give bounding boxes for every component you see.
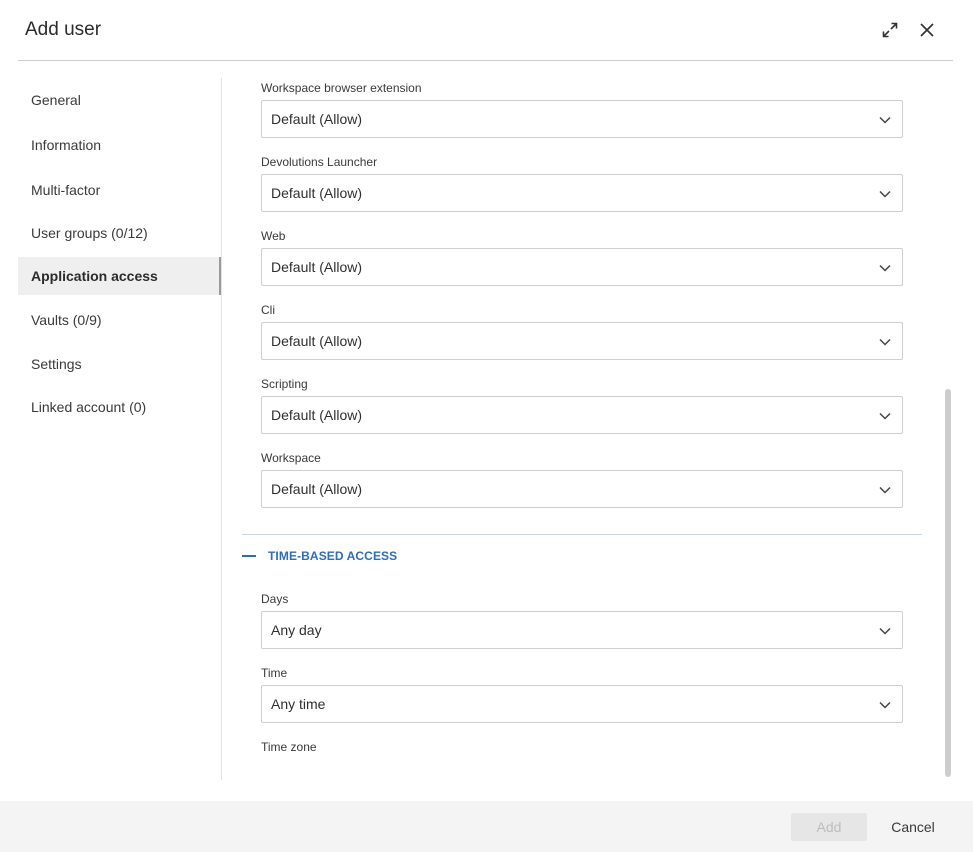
- scripting-label: Scripting: [261, 377, 308, 391]
- cli-select[interactable]: Default (Allow): [261, 322, 903, 360]
- sidebar-item-multi-factor[interactable]: Multi-factor: [18, 171, 221, 209]
- web-label: Web: [261, 229, 286, 243]
- select-value: Default (Allow): [271, 481, 363, 497]
- devolutions-launcher-label: Devolutions Launcher: [261, 155, 378, 169]
- chevron-down-icon: [879, 412, 891, 420]
- cli-label: Cli: [261, 303, 275, 317]
- close-icon: [920, 23, 934, 37]
- dialog-title: Add user: [25, 19, 102, 40]
- scripting-select[interactable]: Default (Allow): [261, 396, 903, 434]
- sidebar-nav: General Information Multi-factor User gr…: [18, 78, 222, 780]
- workspace-browser-extension-label: Workspace browser extension: [261, 81, 422, 95]
- select-value: Default (Allow): [271, 111, 363, 127]
- cancel-button[interactable]: Cancel: [880, 813, 946, 841]
- chevron-down-icon: [879, 701, 891, 709]
- workspace-select[interactable]: Default (Allow): [261, 470, 903, 508]
- sidebar-item-label: User groups (0/12): [31, 225, 148, 241]
- close-button[interactable]: [915, 18, 939, 42]
- select-value: Default (Allow): [271, 333, 363, 349]
- sidebar-item-general[interactable]: General: [18, 81, 221, 119]
- sidebar-item-label: Multi-factor: [31, 182, 101, 198]
- workspace-browser-extension-select[interactable]: Default (Allow): [261, 100, 903, 138]
- chevron-down-icon: [879, 116, 891, 124]
- add-button[interactable]: Add: [791, 813, 867, 841]
- sidebar-item-label: Information: [31, 137, 102, 153]
- sidebar-item-label: Application access: [31, 268, 158, 284]
- workspace-label: Workspace: [261, 451, 321, 465]
- header-divider: [18, 60, 953, 61]
- select-value: Default (Allow): [271, 259, 363, 275]
- collapse-icon: [242, 555, 256, 557]
- chevron-down-icon: [879, 190, 891, 198]
- select-value: Default (Allow): [271, 185, 363, 201]
- sidebar-item-vaults[interactable]: Vaults (0/9): [18, 301, 221, 339]
- chevron-down-icon: [879, 486, 891, 494]
- web-select[interactable]: Default (Allow): [261, 248, 903, 286]
- sidebar-item-application-access[interactable]: Application access: [18, 257, 221, 295]
- scrollbar-thumb[interactable]: [945, 389, 951, 777]
- days-select[interactable]: Any day: [261, 611, 903, 649]
- sidebar-item-information[interactable]: Information: [18, 126, 221, 164]
- select-value: Any day: [271, 622, 322, 638]
- content-scrollbar[interactable]: [944, 78, 952, 780]
- devolutions-launcher-select[interactable]: Default (Allow): [261, 174, 903, 212]
- time-zone-label: Time zone: [261, 740, 317, 754]
- chevron-down-icon: [879, 338, 891, 346]
- sidebar-item-user-groups[interactable]: User groups (0/12): [18, 214, 221, 252]
- select-value: Default (Allow): [271, 407, 363, 423]
- select-value: Any time: [271, 696, 326, 712]
- time-based-access-toggle[interactable]: TIME-BASED ACCESS: [242, 549, 397, 563]
- chevron-down-icon: [879, 627, 891, 635]
- section-divider: [242, 534, 922, 535]
- chevron-down-icon: [879, 264, 891, 272]
- sidebar-item-label: Settings: [31, 356, 82, 372]
- time-based-access-heading: TIME-BASED ACCESS: [268, 549, 398, 563]
- dialog-footer: Add Cancel: [0, 801, 973, 852]
- application-access-panel: Workspace browser extension Default (All…: [222, 78, 944, 780]
- expand-button[interactable]: [878, 18, 902, 42]
- sidebar-item-label: General: [31, 92, 81, 108]
- sidebar-item-linked-account[interactable]: Linked account (0): [18, 388, 221, 426]
- time-label: Time: [261, 666, 288, 680]
- sidebar-item-label: Linked account (0): [31, 399, 147, 415]
- dialog-header: Add user: [0, 0, 973, 61]
- days-label: Days: [261, 592, 289, 606]
- time-select[interactable]: Any time: [261, 685, 903, 723]
- sidebar-item-settings[interactable]: Settings: [18, 345, 221, 383]
- expand-icon: [882, 22, 898, 38]
- sidebar-item-label: Vaults (0/9): [31, 312, 102, 328]
